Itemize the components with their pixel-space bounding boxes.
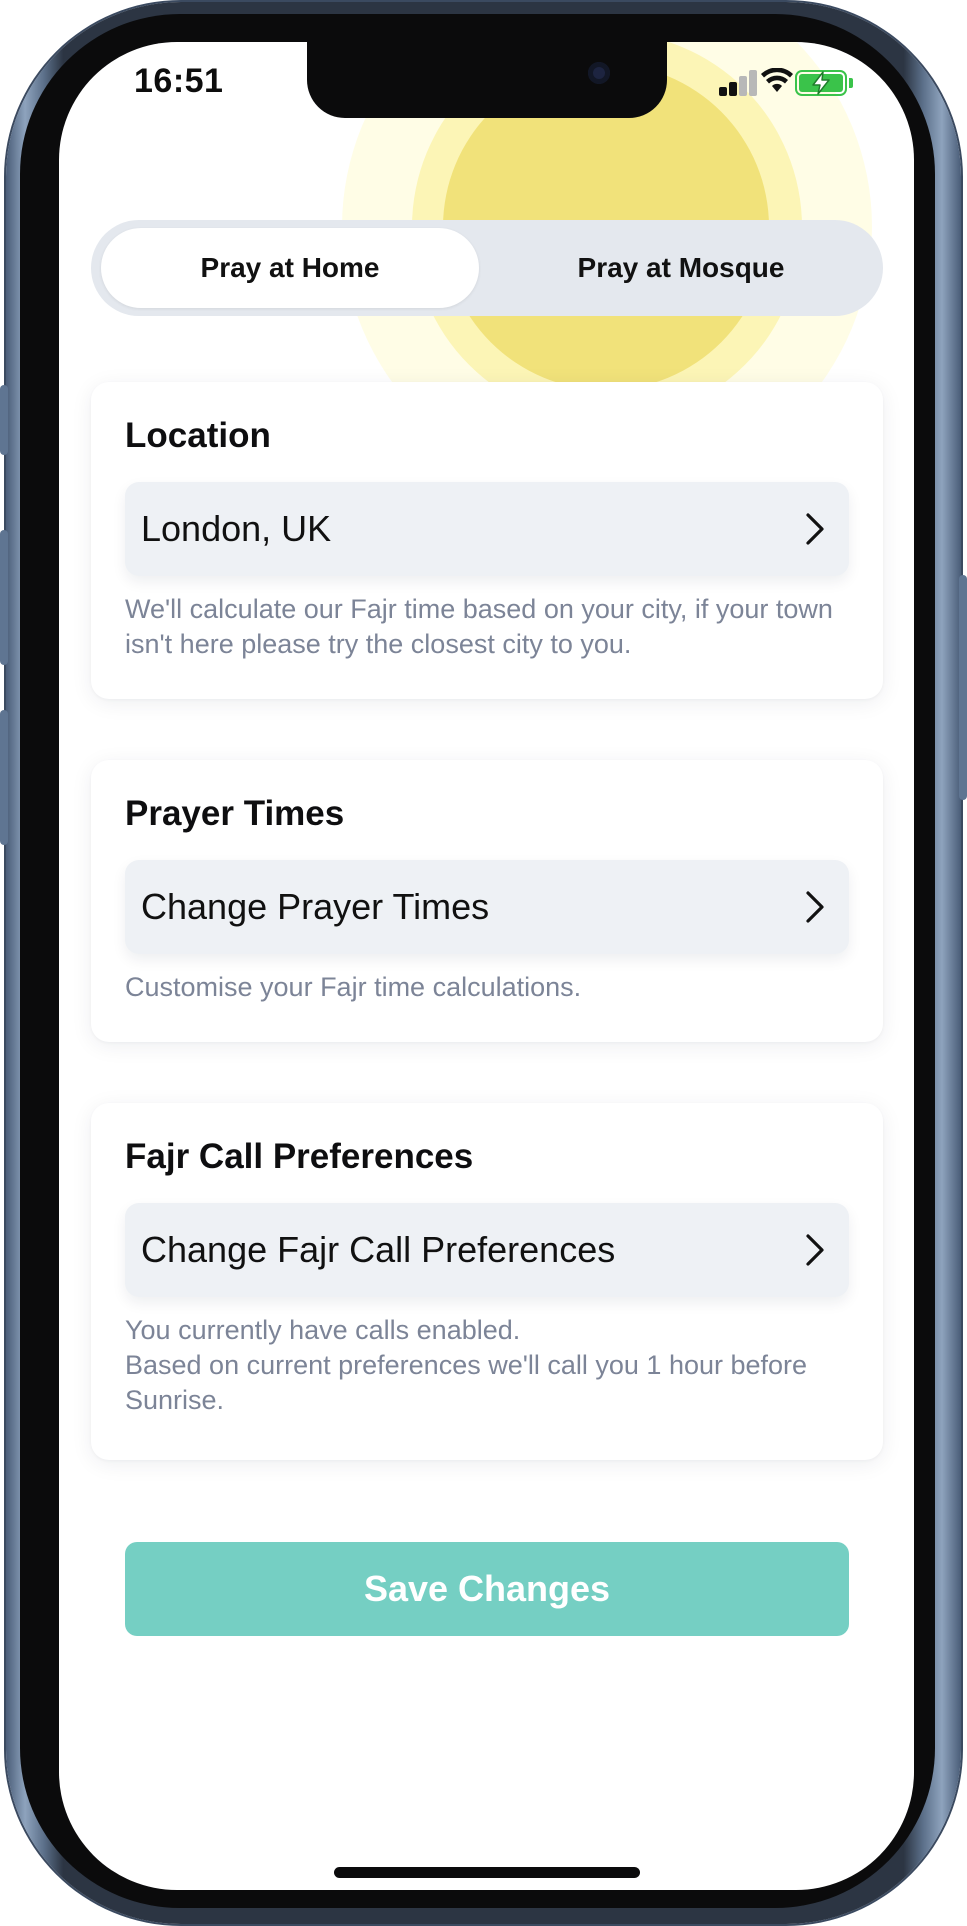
prayer-times-description: Customise your Fajr time calculations. [125, 972, 582, 1002]
app-screen: 16:51 Pray at Home Pray at Mosque Locati… [59, 42, 914, 1890]
chevron-right-icon [806, 1234, 824, 1266]
segment-pray-at-mosque[interactable]: Pray at Mosque [487, 228, 875, 308]
prayer-times-card: Prayer Times Change Prayer Times Customi… [91, 760, 883, 1042]
change-fajr-call-row[interactable]: Change Fajr Call Preferences [125, 1203, 849, 1297]
location-value: London, UK [141, 508, 332, 549]
side-button-volume-down [0, 710, 8, 845]
front-camera-icon [588, 62, 610, 84]
fajr-call-status: You currently have calls enabled. [125, 1315, 521, 1345]
save-changes-button[interactable]: Save Changes [125, 1542, 849, 1636]
chevron-right-icon [806, 891, 824, 923]
fajr-call-card: Fajr Call Preferences Change Fajr Call P… [91, 1103, 883, 1460]
side-button-power [959, 575, 967, 800]
notch [307, 42, 667, 118]
location-row[interactable]: London, UK [125, 482, 849, 576]
fajr-call-title: Fajr Call Preferences [125, 1137, 474, 1176]
segment-pray-at-home[interactable]: Pray at Home [101, 228, 479, 308]
side-button-silent [0, 385, 8, 455]
fajr-call-schedule: Based on current preferences we'll call … [125, 1350, 808, 1415]
change-prayer-times-row[interactable]: Change Prayer Times [125, 860, 849, 954]
side-button-volume-up [0, 530, 8, 665]
status-icons [719, 66, 859, 100]
location-title: Location [125, 416, 271, 455]
prayer-times-title: Prayer Times [125, 794, 345, 833]
change-fajr-call-label: Change Fajr Call Preferences [141, 1229, 616, 1270]
mode-segmented-control: Pray at Home Pray at Mosque [91, 220, 883, 316]
cellular-signal-icon [719, 66, 759, 100]
location-description: We'll calculate our Fajr time based on y… [125, 594, 833, 659]
chevron-right-icon [806, 513, 824, 545]
status-time: 16:51 [134, 62, 224, 100]
change-prayer-times-label: Change Prayer Times [141, 886, 490, 927]
location-card: Location London, UK We'll calculate our … [91, 382, 883, 699]
wifi-icon [761, 68, 793, 92]
home-indicator [334, 1867, 640, 1878]
